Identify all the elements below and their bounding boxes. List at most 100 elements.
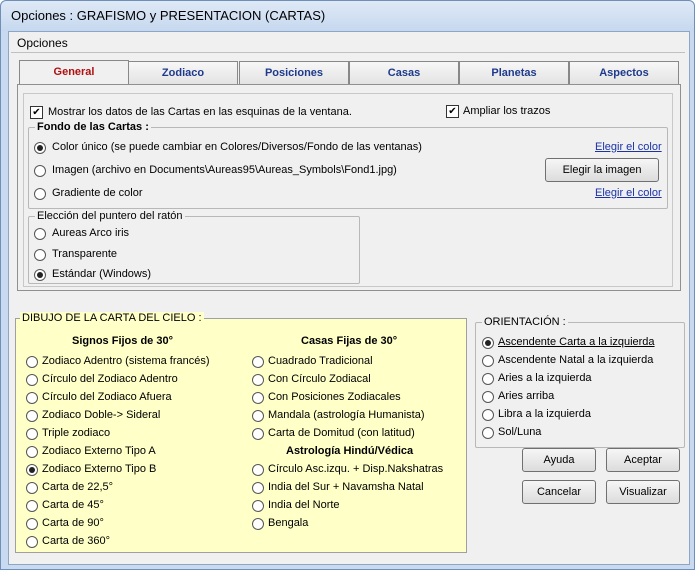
tab-aspectos[interactable]: Aspectos [569, 61, 679, 84]
casas-radio[interactable] [252, 374, 264, 386]
signos-option: Círculo del Zodiaco Adentro [42, 373, 178, 385]
orientacion-radio[interactable] [482, 373, 494, 385]
choose-color-link-1[interactable]: Elegir el color [595, 141, 662, 153]
tab-planetas[interactable]: Planetas [459, 61, 569, 84]
hindu-option: Bengala [268, 517, 309, 529]
hindu-option: Círculo Asc.izqu. + Disp.Nakshatras [268, 463, 444, 475]
signos-option: Zodiaco Externo Tipo B [42, 463, 157, 475]
fondo-option-image: Imagen (archivo en Documents\Aureas95\Au… [52, 164, 397, 176]
signos-option: Carta de 360° [42, 535, 110, 547]
signos-radio[interactable] [26, 392, 38, 404]
tab-casas[interactable]: Casas [349, 61, 459, 84]
hindu-option: India del Sur + Navamsha Natal [268, 481, 424, 493]
hindu-radio[interactable] [252, 482, 264, 494]
fondo-option-gradient: Gradiente de color [52, 187, 143, 199]
fondo-radio-gradient[interactable] [34, 188, 46, 200]
fondo-title: Fondo de las Cartas : [35, 121, 151, 133]
pointer-option-transparent: Transparente [52, 248, 118, 260]
signos-radio[interactable] [26, 518, 38, 530]
signos-option: Círculo del Zodiaco Afuera [42, 391, 172, 403]
orientacion-group: ORIENTACIÓN : Ascendente Carta a la izqu… [475, 316, 685, 448]
orientacion-radio[interactable] [482, 427, 494, 439]
orientacion-option: Aries a la izquierda [498, 372, 592, 384]
signos-option: Zodiaco Adentro (sistema francés) [42, 355, 210, 367]
casas-option: Con Círculo Zodiacal [268, 373, 371, 385]
orientacion-radio[interactable] [482, 337, 494, 349]
aceptar-button[interactable]: Aceptar [606, 448, 680, 472]
orientacion-radio[interactable] [482, 409, 494, 421]
signos-option: Carta de 22,5° [42, 481, 114, 493]
casas-option: Carta de Domitud (con latitud) [268, 427, 415, 439]
signos-option: Carta de 45° [42, 499, 104, 511]
signos-radio[interactable] [26, 482, 38, 494]
casas-option: Mandala (astrología Humanista) [268, 409, 425, 421]
ayuda-button[interactable]: Ayuda [522, 448, 596, 472]
amplify-label: Ampliar los trazos [463, 105, 551, 117]
casas-option: Cuadrado Tradicional [268, 355, 373, 367]
pointer-radio-standard[interactable] [34, 269, 46, 281]
signos-radio[interactable] [26, 500, 38, 512]
tab-posiciones[interactable]: Posiciones [239, 61, 349, 84]
orientacion-option: Aries arriba [498, 390, 555, 402]
amplify-checkbox[interactable]: ✔ [446, 105, 459, 118]
pointer-radio-aureas[interactable] [34, 228, 46, 240]
signos-heading: Signos Fijos de 30° [72, 335, 173, 347]
signos-option: Carta de 90° [42, 517, 104, 529]
orientacion-radio[interactable] [482, 355, 494, 367]
visualizar-button[interactable]: Visualizar [606, 480, 680, 504]
options-window: Opciones : GRAFISMO y PRESENTACION (CART… [0, 0, 695, 570]
tab-zodiaco[interactable]: Zodiaco [128, 61, 238, 84]
signos-radio[interactable] [26, 374, 38, 386]
show-data-label: Mostrar los datos de las Cartas en las e… [48, 106, 352, 118]
signos-radio[interactable] [26, 410, 38, 422]
cancelar-button[interactable]: Cancelar [522, 480, 596, 504]
tab-general[interactable]: General [19, 60, 129, 85]
options-group-header: Opciones [11, 34, 685, 53]
fondo-radio-image[interactable] [34, 165, 46, 177]
fondo-option-color: Color único (se puede cambiar en Colores… [52, 141, 422, 153]
title-bar[interactable]: Opciones : GRAFISMO y PRESENTACION (CART… [1, 1, 694, 31]
casas-radio[interactable] [252, 356, 264, 368]
signos-radio[interactable] [26, 536, 38, 548]
window-title: Opciones : GRAFISMO y PRESENTACION (CART… [11, 8, 326, 23]
pointer-option-standard: Estándar (Windows) [52, 268, 152, 280]
orientacion-option: Sol/Luna [498, 426, 542, 438]
pointer-fieldset: Elección del puntero del ratón Aureas Ar… [28, 210, 360, 284]
casas-radio[interactable] [252, 392, 264, 404]
casas-radio[interactable] [252, 428, 264, 440]
casas-heading: Casas Fijas de 30° [301, 335, 398, 347]
hindu-radio[interactable] [252, 500, 264, 512]
dibujo-group: DIBUJO DE LA CARTA DEL CIELO : Signos Fi… [15, 312, 467, 553]
fondo-radio-color[interactable] [34, 142, 46, 154]
signos-radio[interactable] [26, 464, 38, 476]
options-group-label: Opciones [17, 36, 68, 50]
fondo-fieldset: Fondo de las Cartas : Color único (se pu… [28, 121, 668, 209]
pointer-radio-transparent[interactable] [34, 249, 46, 261]
signos-option: Zodiaco Externo Tipo A [42, 445, 156, 457]
dibujo-title: DIBUJO DE LA CARTA DEL CIELO : [20, 312, 204, 324]
hindu-option: India del Norte [268, 499, 340, 511]
casas-option: Con Posiciones Zodiacales [268, 391, 401, 403]
signos-radio[interactable] [26, 356, 38, 368]
orientacion-option: Ascendente Carta a la izquierda [498, 336, 655, 348]
orientacion-option: Ascendente Natal a la izquierda [498, 354, 654, 366]
hindu-radio[interactable] [252, 464, 264, 476]
orientacion-radio[interactable] [482, 391, 494, 403]
choose-image-button[interactable]: Elegir la imagen [545, 158, 659, 182]
general-inner-frame: ✔ Mostrar los datos de las Cartas en las… [23, 93, 673, 287]
client-area: Opciones General Zodiaco Posiciones Casa… [8, 31, 690, 565]
choose-color-link-2[interactable]: Elegir el color [595, 187, 662, 199]
pointer-option-aureas: Aureas Arco iris [52, 227, 130, 239]
signos-option: Zodiaco Doble-> Sideral [42, 409, 161, 421]
orientacion-option: Libra a la izquierda [498, 408, 591, 420]
show-data-checkbox[interactable]: ✔ [30, 106, 43, 119]
pointer-title: Elección del puntero del ratón [35, 210, 185, 222]
signos-radio[interactable] [26, 428, 38, 440]
hindu-heading: Astrología Hindú/Védica [286, 445, 414, 457]
general-tab-panel: ✔ Mostrar los datos de las Cartas en las… [17, 84, 681, 291]
orientacion-title: ORIENTACIÓN : [482, 316, 568, 328]
casas-radio[interactable] [252, 410, 264, 422]
signos-radio[interactable] [26, 446, 38, 458]
hindu-radio[interactable] [252, 518, 264, 530]
signos-option: Triple zodiaco [42, 427, 111, 439]
